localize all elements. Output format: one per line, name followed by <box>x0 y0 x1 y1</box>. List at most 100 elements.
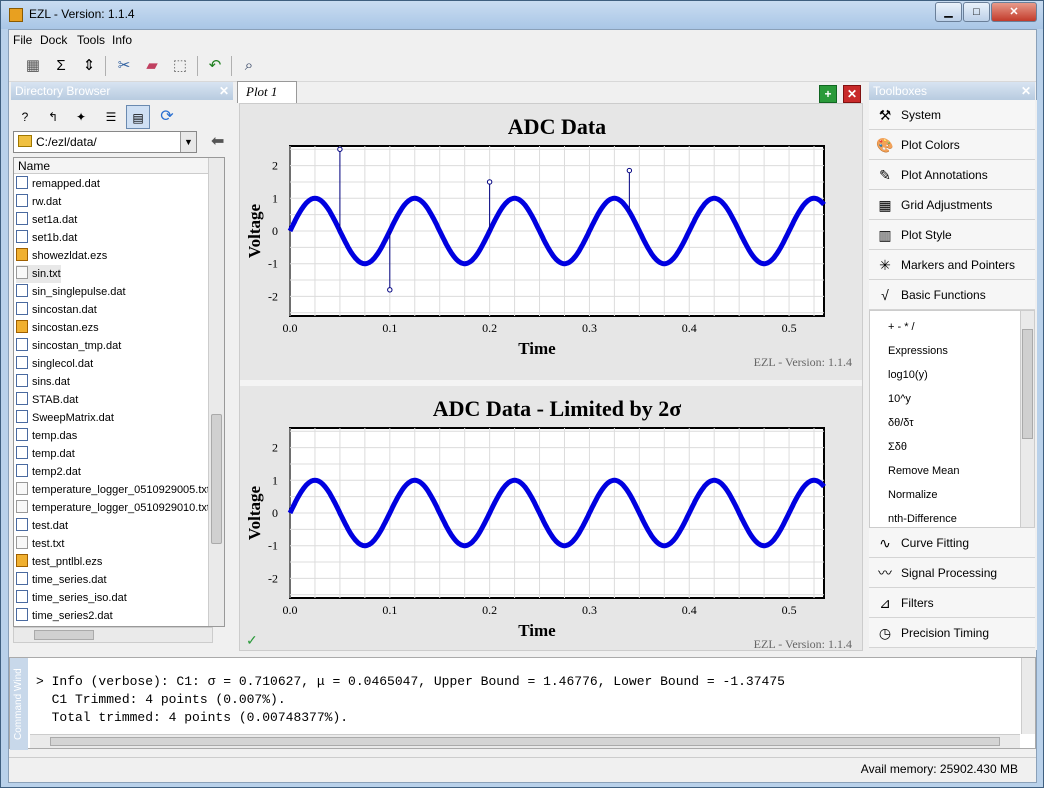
toolbox-item[interactable]: 〰 Signal Processing <box>869 558 1035 588</box>
chart-title: ADC Data - Limited by 2σ <box>433 396 681 421</box>
scroll-thumb[interactable] <box>1022 329 1033 439</box>
toolboxes-header: Toolboxes ✕ <box>869 82 1035 100</box>
file-list-item[interactable]: temp.das <box>16 427 77 445</box>
eraser-icon[interactable]: ▰ <box>140 54 164 78</box>
marker-icon: ✳ <box>879 257 891 273</box>
file-list-item[interactable]: test.dat <box>16 517 68 535</box>
file-list-item[interactable]: SweepMatrix.dat <box>16 409 114 427</box>
select-icon[interactable]: ⬚ <box>168 54 192 78</box>
close-panel-icon[interactable]: ✕ <box>1021 82 1031 100</box>
functions-scrollbar[interactable] <box>1020 311 1034 527</box>
chip-icon[interactable]: ▦ <box>21 54 45 78</box>
file-list-scrollbar[interactable] <box>208 158 224 626</box>
file-list-item[interactable]: time_series_iso.dat <box>16 589 127 607</box>
file-list-item[interactable]: time_series.dat <box>16 571 107 589</box>
file-name: test.dat <box>32 520 69 532</box>
command-hscroll[interactable] <box>30 734 1020 748</box>
file-list-item[interactable]: sin.txt <box>16 265 61 283</box>
toolbox-item[interactable]: ⊿ Filters <box>869 588 1035 618</box>
function-item[interactable]: Σδθ <box>888 441 907 453</box>
file-list-item[interactable]: sin_singlepulse.dat <box>16 283 126 301</box>
toolbox-item[interactable]: ▥ Plot Style <box>869 220 1035 250</box>
file-list-item[interactable]: rw.dat <box>16 193 61 211</box>
file-list-item[interactable]: test_pntlbl.ezs <box>16 553 102 571</box>
data-file-icon <box>16 374 28 387</box>
function-item[interactable]: Normalize <box>888 489 938 501</box>
file-list-item[interactable]: sincostan.ezs <box>16 319 99 337</box>
data-file-icon <box>16 356 28 369</box>
file-list-item[interactable]: set1b.dat <box>16 229 77 247</box>
back-arrow-icon[interactable]: ⬅ <box>211 131 224 151</box>
toolbox-item[interactable]: 🎨 Plot Colors <box>869 130 1035 160</box>
toolbox-item[interactable]: ✎ Plot Annotations <box>869 160 1035 190</box>
file-list-item[interactable]: temp2.dat <box>16 463 81 481</box>
hscroll-thumb[interactable] <box>50 737 1000 746</box>
toolbox-item[interactable]: √ Basic Functions <box>869 280 1035 310</box>
x-tick-label: 0.1 <box>382 321 397 335</box>
file-list-item[interactable]: singlecol.dat <box>16 355 93 373</box>
function-item[interactable]: 10^y <box>888 393 911 405</box>
menu-tools[interactable]: Tools <box>77 33 105 47</box>
list-view-icon[interactable]: ☰ <box>99 105 123 129</box>
file-list-item[interactable]: remapped.dat <box>16 175 100 193</box>
resize-icon[interactable]: ⇕ <box>77 54 101 78</box>
file-list-item[interactable]: STAB.dat <box>16 391 78 409</box>
horizontal-scrollbar[interactable] <box>13 627 213 643</box>
command-vscroll[interactable] <box>1021 658 1035 734</box>
file-list-item[interactable]: sins.dat <box>16 373 70 391</box>
toolbox-item[interactable]: ✳ Markers and Pointers <box>869 250 1035 280</box>
file-list-item[interactable]: temp.dat <box>16 445 75 463</box>
file-list-item[interactable]: temperature_logger_0510929005.txt <box>16 481 210 499</box>
toolbox-item[interactable]: ⚒ System <box>869 100 1035 130</box>
function-item[interactable]: δθ/δτ <box>888 417 914 429</box>
outlier-point <box>486 179 493 185</box>
function-item[interactable]: nth-Difference <box>888 513 957 525</box>
file-list-item[interactable]: sincostan_tmp.dat <box>16 337 121 355</box>
minimize-button[interactable]: ▁ <box>935 2 962 22</box>
hscroll-thumb[interactable] <box>34 630 94 640</box>
function-item[interactable]: + - * / <box>888 321 915 333</box>
up-folder-icon[interactable]: ↰ <box>41 105 65 129</box>
menu-dock[interactable]: Dock <box>40 33 67 47</box>
stats-icon[interactable]: Σ <box>49 54 73 78</box>
path-combobox[interactable]: C:/ezl/data/ ▼ <box>13 131 197 153</box>
menu-file[interactable]: File <box>13 33 32 47</box>
scroll-thumb[interactable] <box>211 414 222 544</box>
toolbox-item[interactable]: ▦ Grid Adjustments <box>869 190 1035 220</box>
new-folder-icon[interactable]: ✦ <box>69 105 93 129</box>
toolbox-item[interactable]: ◷ Precision Timing <box>869 618 1035 648</box>
menu-info[interactable]: Info <box>112 33 132 47</box>
file-name: sins.dat <box>32 376 70 388</box>
add-plot-icon[interactable]: + <box>819 85 837 103</box>
chevron-down-icon[interactable]: ▼ <box>180 132 196 152</box>
function-item[interactable]: Expressions <box>888 345 948 357</box>
detail-view-icon[interactable]: ▤ <box>126 105 150 129</box>
tab-plot-1[interactable]: Plot 1 <box>237 81 297 103</box>
text-file-icon <box>16 482 28 495</box>
maximize-button[interactable]: □ <box>963 2 990 22</box>
y-tick-label: -2 <box>268 571 278 585</box>
toolbox-item-label: Basic Functions <box>901 288 986 302</box>
name-column-header[interactable]: Name <box>14 158 214 174</box>
undo-icon[interactable]: ↶ <box>203 54 227 78</box>
file-list-item[interactable]: sincostan.dat <box>16 301 97 319</box>
remove-plot-icon[interactable]: ✕ <box>843 85 861 103</box>
zoom-icon[interactable]: ⌕ <box>237 54 261 78</box>
toolbox-item[interactable]: ∿ Curve Fitting <box>869 528 1035 558</box>
file-list-item[interactable]: time_series2.dat <box>16 607 113 625</box>
file-list-item[interactable]: showezldat.ezs <box>16 247 107 265</box>
help-folder-icon[interactable]: ? <box>13 105 37 129</box>
function-item[interactable]: Remove Mean <box>888 465 960 477</box>
file-list-item[interactable]: test.txt <box>16 535 64 553</box>
file-list-item[interactable]: temperature_logger_0510929010.txt <box>16 499 210 517</box>
data-file-icon <box>16 518 28 531</box>
refresh-icon[interactable]: ⟳ <box>155 105 179 129</box>
file-list-item[interactable]: set1a.dat <box>16 211 77 229</box>
close-panel-icon[interactable]: ✕ <box>219 82 229 100</box>
close-button[interactable]: ✕ <box>991 2 1037 22</box>
signal-icon: 〰 <box>878 565 892 581</box>
function-item[interactable]: log10(y) <box>888 369 928 381</box>
command-window-tab[interactable]: Command Wind <box>10 658 28 750</box>
cut-icon[interactable]: ✂ <box>112 54 136 78</box>
data-file-icon <box>16 176 28 189</box>
